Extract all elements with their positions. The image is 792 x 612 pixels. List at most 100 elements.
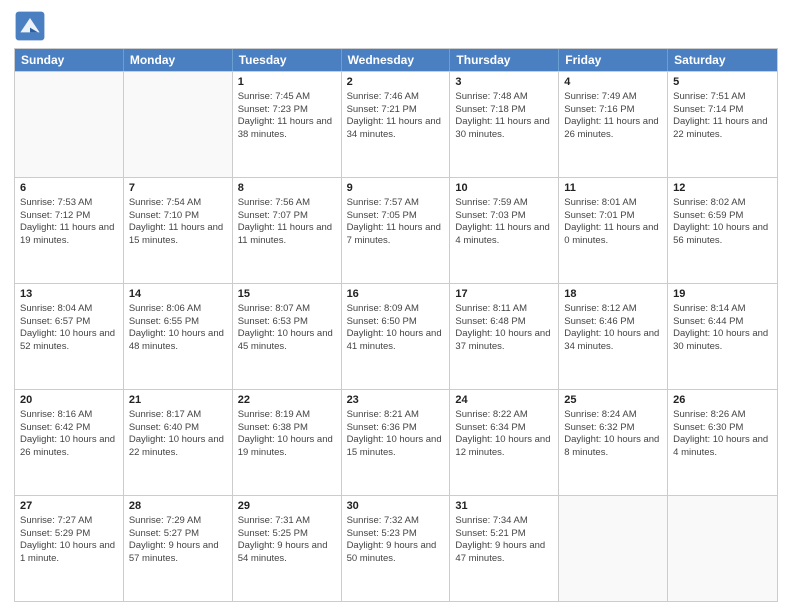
calendar-row-4: 20Sunrise: 8:16 AMSunset: 6:42 PMDayligh… (15, 389, 777, 495)
day-number: 18 (564, 287, 662, 302)
weekday-header-thursday: Thursday (450, 49, 559, 71)
day-cell-20: 20Sunrise: 8:16 AMSunset: 6:42 PMDayligh… (15, 390, 124, 495)
day-cell-16: 16Sunrise: 8:09 AMSunset: 6:50 PMDayligh… (342, 284, 451, 389)
day-number: 24 (455, 393, 553, 408)
day-cell-27: 27Sunrise: 7:27 AMSunset: 5:29 PMDayligh… (15, 496, 124, 601)
day-cell-11: 11Sunrise: 8:01 AMSunset: 7:01 PMDayligh… (559, 178, 668, 283)
day-number: 10 (455, 181, 553, 196)
day-info: Sunrise: 8:22 AMSunset: 6:34 PMDaylight:… (455, 409, 553, 460)
day-number: 15 (238, 287, 336, 302)
day-cell-3: 3Sunrise: 7:48 AMSunset: 7:18 PMDaylight… (450, 72, 559, 177)
day-cell-5: 5Sunrise: 7:51 AMSunset: 7:14 PMDaylight… (668, 72, 777, 177)
day-number: 3 (455, 75, 553, 90)
day-cell-13: 13Sunrise: 8:04 AMSunset: 6:57 PMDayligh… (15, 284, 124, 389)
day-number: 26 (673, 393, 772, 408)
logo-icon (14, 10, 46, 42)
calendar-row-5: 27Sunrise: 7:27 AMSunset: 5:29 PMDayligh… (15, 495, 777, 601)
day-info: Sunrise: 8:21 AMSunset: 6:36 PMDaylight:… (347, 409, 445, 460)
day-cell-9: 9Sunrise: 7:57 AMSunset: 7:05 PMDaylight… (342, 178, 451, 283)
day-info: Sunrise: 8:09 AMSunset: 6:50 PMDaylight:… (347, 303, 445, 354)
day-cell-19: 19Sunrise: 8:14 AMSunset: 6:44 PMDayligh… (668, 284, 777, 389)
logo (14, 10, 50, 42)
calendar-header: SundayMondayTuesdayWednesdayThursdayFrid… (15, 49, 777, 71)
day-cell-2: 2Sunrise: 7:46 AMSunset: 7:21 PMDaylight… (342, 72, 451, 177)
day-cell-26: 26Sunrise: 8:26 AMSunset: 6:30 PMDayligh… (668, 390, 777, 495)
day-info: Sunrise: 7:53 AMSunset: 7:12 PMDaylight:… (20, 197, 118, 248)
day-number: 30 (347, 499, 445, 514)
day-cell-25: 25Sunrise: 8:24 AMSunset: 6:32 PMDayligh… (559, 390, 668, 495)
empty-cell (668, 496, 777, 601)
empty-cell (15, 72, 124, 177)
day-info: Sunrise: 8:07 AMSunset: 6:53 PMDaylight:… (238, 303, 336, 354)
day-info: Sunrise: 8:06 AMSunset: 6:55 PMDaylight:… (129, 303, 227, 354)
empty-cell (559, 496, 668, 601)
day-cell-1: 1Sunrise: 7:45 AMSunset: 7:23 PMDaylight… (233, 72, 342, 177)
day-cell-14: 14Sunrise: 8:06 AMSunset: 6:55 PMDayligh… (124, 284, 233, 389)
day-info: Sunrise: 8:24 AMSunset: 6:32 PMDaylight:… (564, 409, 662, 460)
day-number: 4 (564, 75, 662, 90)
day-info: Sunrise: 8:17 AMSunset: 6:40 PMDaylight:… (129, 409, 227, 460)
day-cell-21: 21Sunrise: 8:17 AMSunset: 6:40 PMDayligh… (124, 390, 233, 495)
day-cell-15: 15Sunrise: 8:07 AMSunset: 6:53 PMDayligh… (233, 284, 342, 389)
day-info: Sunrise: 8:14 AMSunset: 6:44 PMDaylight:… (673, 303, 772, 354)
day-cell-7: 7Sunrise: 7:54 AMSunset: 7:10 PMDaylight… (124, 178, 233, 283)
day-number: 23 (347, 393, 445, 408)
day-cell-31: 31Sunrise: 7:34 AMSunset: 5:21 PMDayligh… (450, 496, 559, 601)
day-number: 9 (347, 181, 445, 196)
day-info: Sunrise: 7:32 AMSunset: 5:23 PMDaylight:… (347, 515, 445, 566)
day-number: 16 (347, 287, 445, 302)
day-info: Sunrise: 7:46 AMSunset: 7:21 PMDaylight:… (347, 91, 445, 142)
day-info: Sunrise: 7:48 AMSunset: 7:18 PMDaylight:… (455, 91, 553, 142)
day-number: 8 (238, 181, 336, 196)
day-number: 20 (20, 393, 118, 408)
day-info: Sunrise: 7:56 AMSunset: 7:07 PMDaylight:… (238, 197, 336, 248)
day-number: 29 (238, 499, 336, 514)
day-number: 21 (129, 393, 227, 408)
day-number: 27 (20, 499, 118, 514)
day-cell-10: 10Sunrise: 7:59 AMSunset: 7:03 PMDayligh… (450, 178, 559, 283)
day-number: 11 (564, 181, 662, 196)
day-info: Sunrise: 8:11 AMSunset: 6:48 PMDaylight:… (455, 303, 553, 354)
day-number: 7 (129, 181, 227, 196)
day-info: Sunrise: 8:16 AMSunset: 6:42 PMDaylight:… (20, 409, 118, 460)
calendar-row-3: 13Sunrise: 8:04 AMSunset: 6:57 PMDayligh… (15, 283, 777, 389)
day-number: 1 (238, 75, 336, 90)
day-info: Sunrise: 8:26 AMSunset: 6:30 PMDaylight:… (673, 409, 772, 460)
day-number: 28 (129, 499, 227, 514)
weekday-header-friday: Friday (559, 49, 668, 71)
day-info: Sunrise: 7:29 AMSunset: 5:27 PMDaylight:… (129, 515, 227, 566)
weekday-header-tuesday: Tuesday (233, 49, 342, 71)
day-number: 13 (20, 287, 118, 302)
day-number: 2 (347, 75, 445, 90)
day-info: Sunrise: 8:02 AMSunset: 6:59 PMDaylight:… (673, 197, 772, 248)
day-number: 25 (564, 393, 662, 408)
weekday-header-monday: Monday (124, 49, 233, 71)
day-number: 31 (455, 499, 553, 514)
page-header (14, 10, 778, 42)
day-info: Sunrise: 7:54 AMSunset: 7:10 PMDaylight:… (129, 197, 227, 248)
weekday-header-saturday: Saturday (668, 49, 777, 71)
day-cell-24: 24Sunrise: 8:22 AMSunset: 6:34 PMDayligh… (450, 390, 559, 495)
day-number: 6 (20, 181, 118, 196)
calendar-row-1: 1Sunrise: 7:45 AMSunset: 7:23 PMDaylight… (15, 71, 777, 177)
day-cell-4: 4Sunrise: 7:49 AMSunset: 7:16 PMDaylight… (559, 72, 668, 177)
day-number: 22 (238, 393, 336, 408)
calendar: SundayMondayTuesdayWednesdayThursdayFrid… (14, 48, 778, 602)
day-number: 14 (129, 287, 227, 302)
day-info: Sunrise: 7:45 AMSunset: 7:23 PMDaylight:… (238, 91, 336, 142)
day-cell-8: 8Sunrise: 7:56 AMSunset: 7:07 PMDaylight… (233, 178, 342, 283)
day-info: Sunrise: 7:59 AMSunset: 7:03 PMDaylight:… (455, 197, 553, 248)
day-cell-18: 18Sunrise: 8:12 AMSunset: 6:46 PMDayligh… (559, 284, 668, 389)
day-info: Sunrise: 7:27 AMSunset: 5:29 PMDaylight:… (20, 515, 118, 566)
day-cell-6: 6Sunrise: 7:53 AMSunset: 7:12 PMDaylight… (15, 178, 124, 283)
day-cell-23: 23Sunrise: 8:21 AMSunset: 6:36 PMDayligh… (342, 390, 451, 495)
weekday-header-sunday: Sunday (15, 49, 124, 71)
day-info: Sunrise: 7:31 AMSunset: 5:25 PMDaylight:… (238, 515, 336, 566)
day-number: 19 (673, 287, 772, 302)
day-number: 17 (455, 287, 553, 302)
day-cell-22: 22Sunrise: 8:19 AMSunset: 6:38 PMDayligh… (233, 390, 342, 495)
day-number: 12 (673, 181, 772, 196)
day-info: Sunrise: 8:12 AMSunset: 6:46 PMDaylight:… (564, 303, 662, 354)
day-info: Sunrise: 7:49 AMSunset: 7:16 PMDaylight:… (564, 91, 662, 142)
calendar-row-2: 6Sunrise: 7:53 AMSunset: 7:12 PMDaylight… (15, 177, 777, 283)
